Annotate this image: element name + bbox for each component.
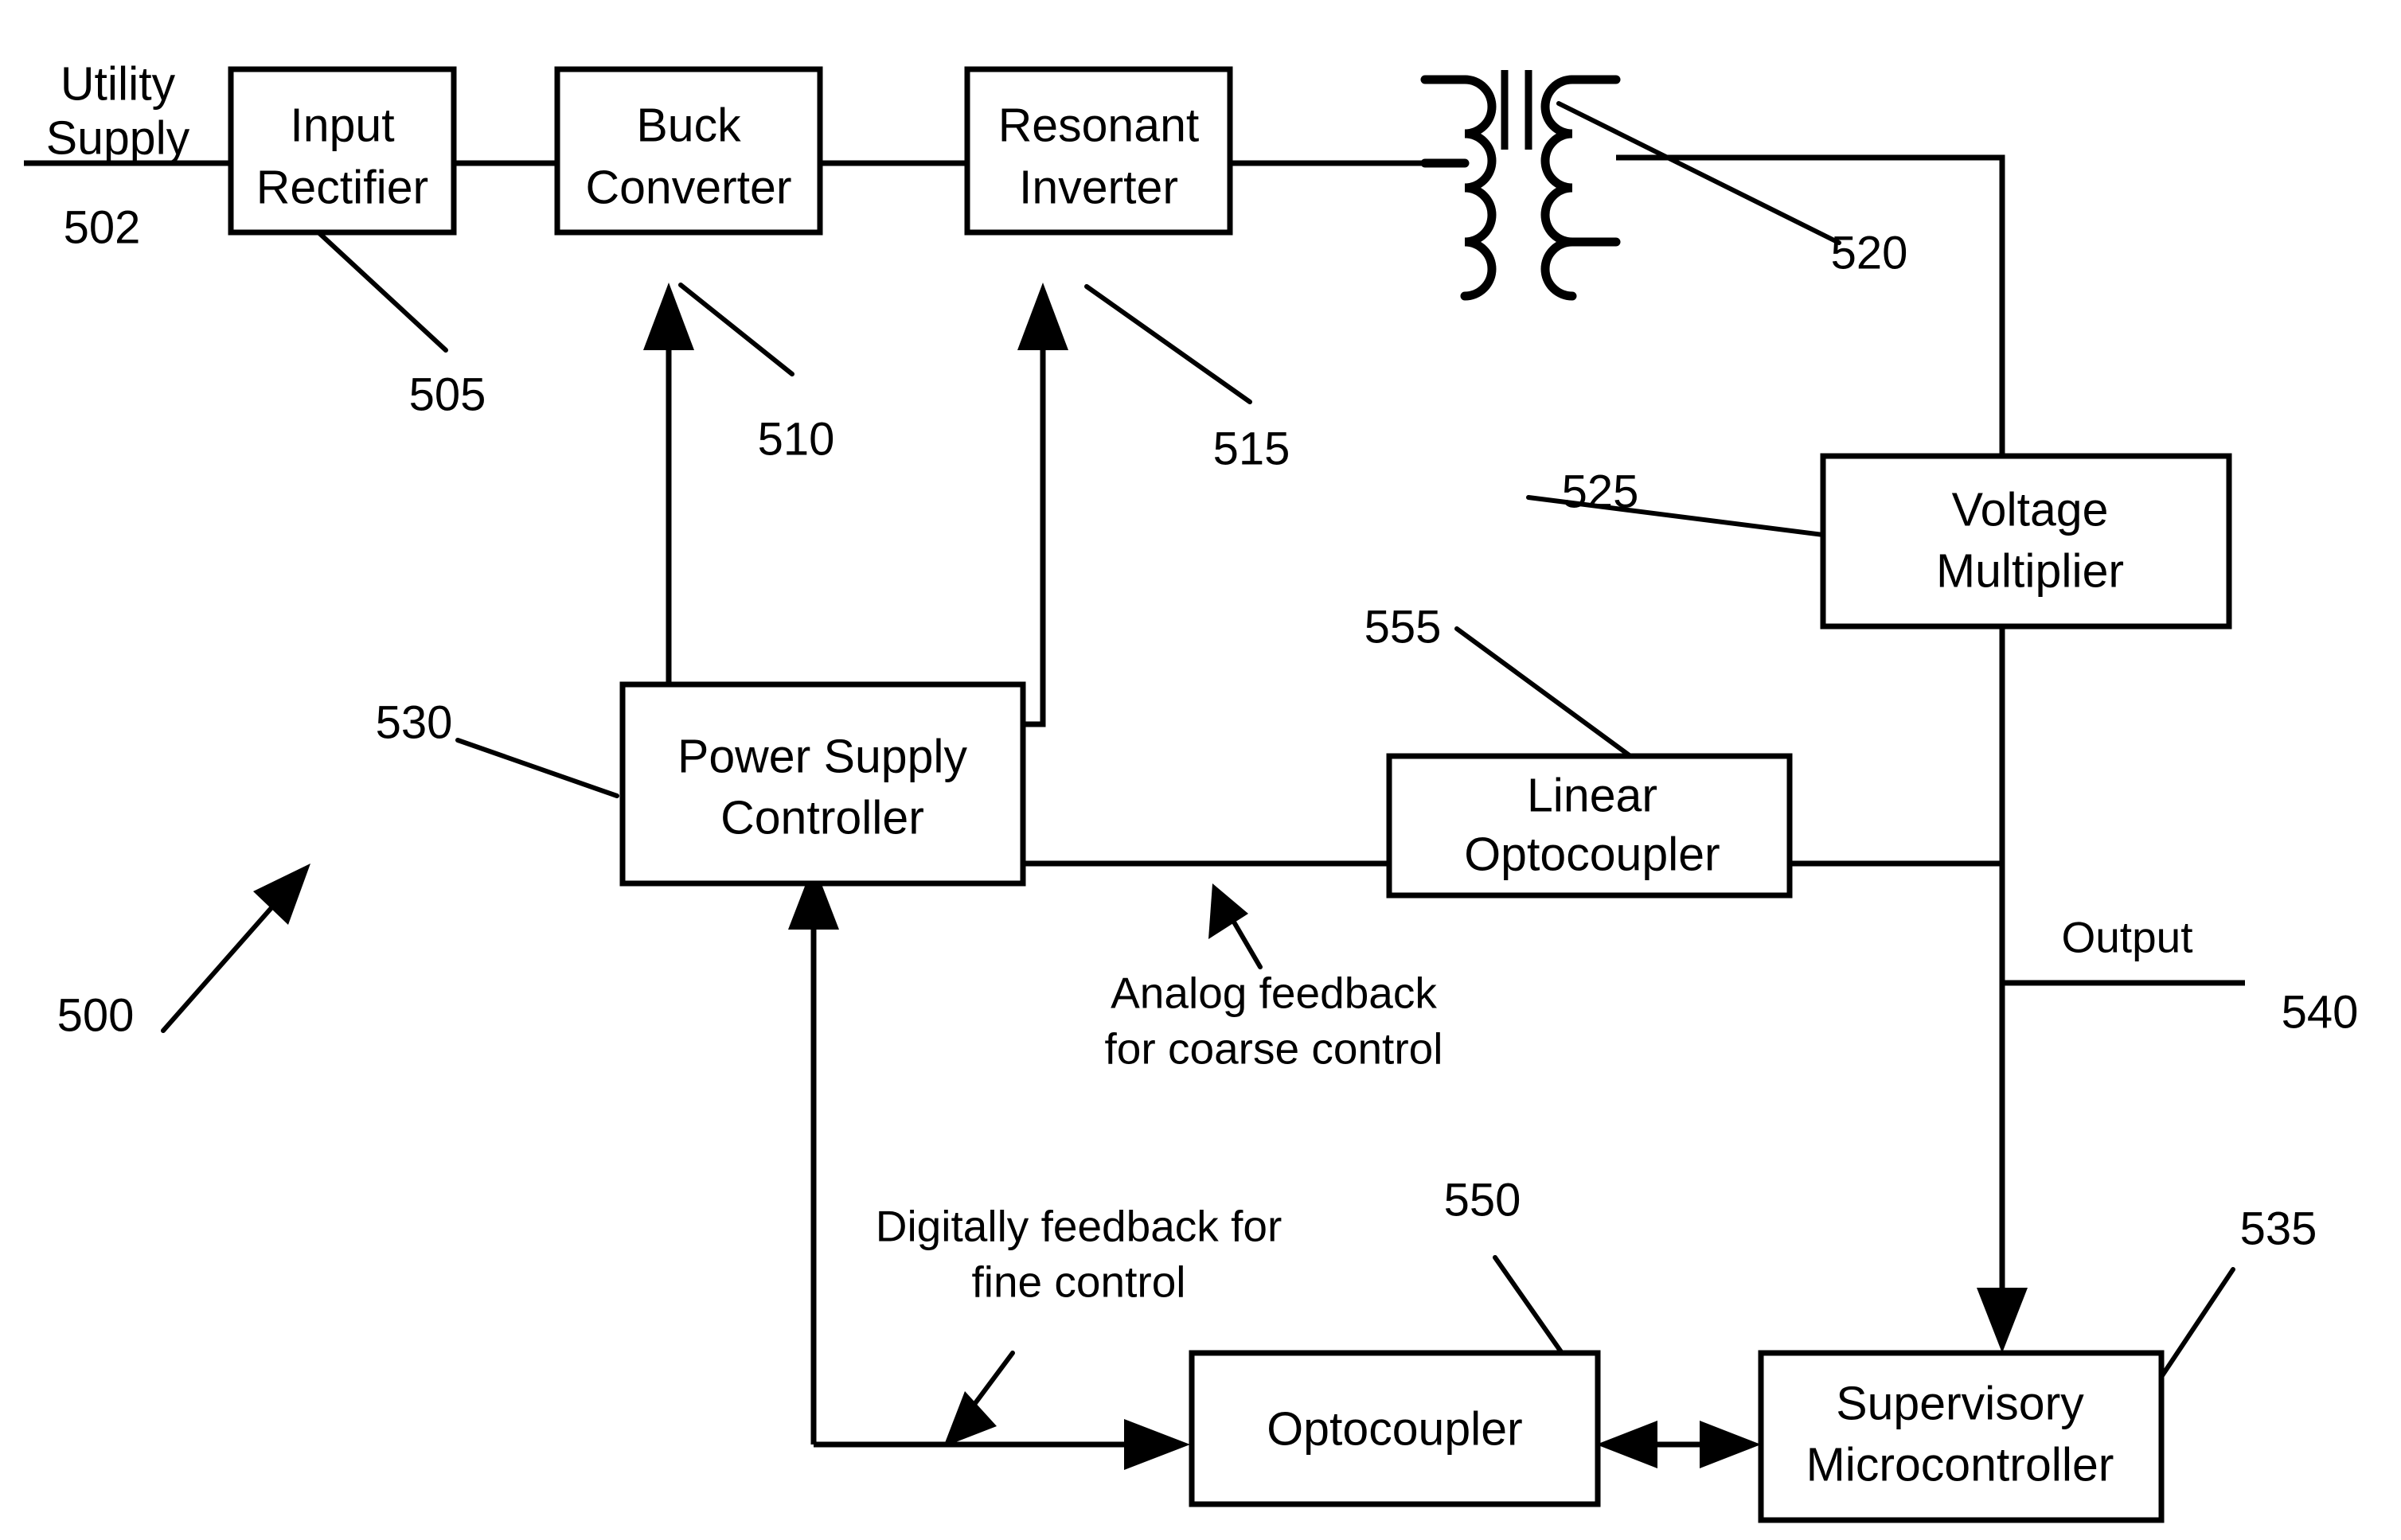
leader-550 — [1493, 1255, 1564, 1355]
block-label-resonant-inverter-line1: Resonant — [998, 99, 1200, 152]
block-label-power-supply-controller-line1: Power Supply — [677, 731, 968, 783]
digital-feedback-label-line1: Digitally feedback for — [876, 1202, 1282, 1251]
block-label-voltage-multiplier-line1: Voltage — [1952, 484, 2109, 536]
ref-numeral-550: 550 — [1444, 1174, 1521, 1226]
utility-supply-label-line2: Supply — [46, 112, 190, 165]
block-label-power-supply-controller-line2: Controller — [720, 792, 924, 844]
analog-feedback-label-line2: for coarse control — [1105, 1024, 1443, 1074]
arrowhead-to-microcontroller — [1977, 1288, 2028, 1353]
arrowhead-to-optocoupler — [1124, 1419, 1190, 1470]
block-label-voltage-multiplier-line2: Multiplier — [1936, 545, 2124, 598]
ref-numeral-500: 500 — [57, 989, 135, 1041]
ref-numeral-530: 530 — [376, 696, 453, 748]
ref-numeral-520: 520 — [1831, 227, 1908, 279]
leader-515 — [1084, 284, 1252, 404]
leader-510 — [678, 283, 794, 376]
block-label-input-rectifier-line2: Rectifier — [256, 162, 428, 214]
arrowhead-analog-feedback — [1208, 883, 1248, 939]
wire-controller-to-inverter — [1023, 318, 1046, 727]
block-label-supervisory-microcontroller-line2: Microcontroller — [1806, 1439, 2114, 1491]
block-diagram-svg: Input Rectifier Buck Converter Resonant … — [24, 58, 2359, 1523]
ref-numeral-505: 505 — [409, 368, 486, 420]
arrowhead-to-resonant-inverter — [1017, 283, 1068, 350]
output-label: Output — [2061, 913, 2192, 962]
ref-numeral-525: 525 — [1562, 466, 1639, 517]
ref-numeral-540: 540 — [2282, 986, 2359, 1038]
block-label-linear-optocoupler-line1: Linear — [1527, 770, 1657, 822]
utility-supply-label-line1: Utility — [61, 58, 176, 111]
ref-numeral-555: 555 — [1364, 601, 1442, 653]
block-label-input-rectifier-line1: Input — [290, 99, 394, 152]
ref-numeral-502: 502 — [64, 201, 141, 253]
block-label-supervisory-microcontroller-line1: Supervisory — [1836, 1378, 2084, 1430]
transformer-secondary-coil — [1540, 75, 1577, 301]
arrowhead-optocoupler-left — [1596, 1421, 1657, 1468]
analog-feedback-label-line1: Analog feedback — [1111, 969, 1437, 1018]
ref-numeral-510: 510 — [758, 413, 835, 465]
block-label-buck-converter-line2: Converter — [585, 162, 791, 214]
arrowhead-microcontroller-right — [1700, 1421, 1761, 1468]
leader-505 — [316, 230, 448, 353]
block-label-resonant-inverter-line2: Inverter — [1019, 162, 1178, 214]
transformer-primary-coil — [1460, 75, 1497, 301]
block-label-buck-converter-line1: Buck — [636, 99, 741, 152]
leader-530 — [455, 738, 619, 798]
ref-numeral-535: 535 — [2240, 1203, 2317, 1254]
block-label-optocoupler: Optocoupler — [1267, 1403, 1522, 1456]
block-voltage-multiplier[interactable] — [1820, 453, 2232, 630]
block-power-supply-controller[interactable] — [619, 681, 1026, 887]
leader-520 — [1556, 101, 1841, 245]
wire-transformer-to-voltage-multiplier — [1616, 154, 2005, 456]
digital-feedback-label-line2: fine control — [971, 1257, 1185, 1307]
figure-canvas: Input Rectifier Buck Converter Resonant … — [0, 0, 2401, 1540]
arrowhead-digital-feedback — [943, 1391, 997, 1447]
block-label-linear-optocoupler-line2: Optocoupler — [1464, 828, 1720, 881]
leader-555 — [1454, 626, 1633, 758]
leader-535 — [2159, 1267, 2235, 1379]
ref-numeral-515: 515 — [1213, 423, 1290, 474]
